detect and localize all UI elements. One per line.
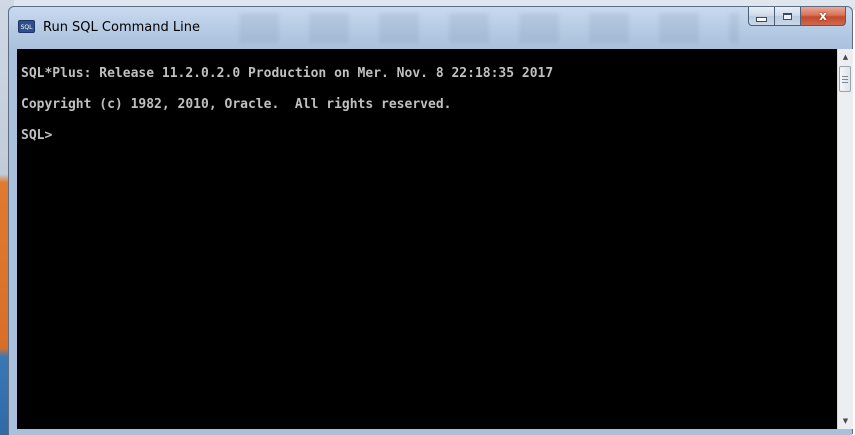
console-line-banner: SQL*Plus: Release 11.2.0.2.0 Production … [21, 66, 554, 81]
window-bottom-frame [9, 429, 852, 435]
close-button[interactable]: x [801, 7, 846, 26]
scroll-thumb[interactable] [839, 66, 851, 92]
maximize-icon [783, 12, 792, 20]
sqlplus-app-icon[interactable]: SQL [18, 20, 35, 33]
sql-prompt[interactable]: SQL> [21, 128, 553, 159]
title-bar-glass-reflection [239, 13, 739, 43]
scroll-down-arrow-icon[interactable]: ▼ [838, 413, 853, 429]
title-bar[interactable]: SQL Run SQL Command Line x [9, 7, 852, 49]
close-icon: x [819, 9, 827, 23]
console-text: SQL*Plus: Release 11.2.0.2.0 Production … [21, 66, 553, 159]
console-line-copyright: Copyright (c) 1982, 2010, Oracle. All ri… [21, 97, 452, 112]
console-output-area[interactable]: SQL*Plus: Release 11.2.0.2.0 Production … [17, 49, 837, 429]
window-controls: x [748, 7, 846, 29]
minimize-icon [756, 17, 767, 22]
scroll-up-arrow-icon[interactable]: ▲ [838, 49, 853, 65]
grip-icon [842, 75, 848, 83]
vertical-scrollbar[interactable]: ▲ ▼ [837, 49, 853, 429]
minimize-button[interactable] [748, 7, 775, 26]
window-title: Run SQL Command Line [43, 20, 200, 35]
maximize-button[interactable] [775, 7, 801, 26]
sql-command-line-window: SQL Run SQL Command Line x SQL*Plus: Rel… [8, 6, 853, 435]
